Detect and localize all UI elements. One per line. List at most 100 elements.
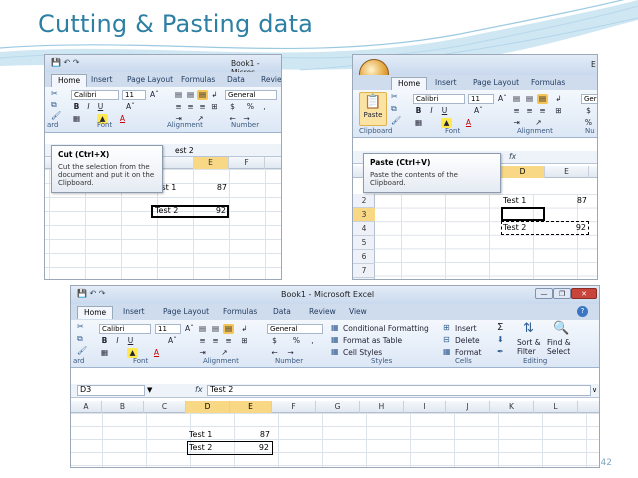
column-header-c[interactable]: C (144, 401, 186, 413)
shrink-font-icon[interactable]: Aˇ (473, 106, 484, 116)
format-button[interactable]: Format (455, 348, 481, 357)
currency-icon[interactable]: $ (583, 106, 594, 116)
align-middle-icon[interactable]: ▤ (185, 90, 196, 100)
quick-access-toolbar[interactable]: 💾 ↶ ↷ (77, 289, 105, 298)
conditional-formatting-button[interactable]: Conditional Formatting (343, 324, 429, 333)
minimize-button[interactable]: — (535, 288, 553, 299)
percent-icon[interactable]: % (291, 336, 302, 346)
expand-formula-bar-icon[interactable]: ∨ (592, 386, 597, 394)
formula-input[interactable]: Test 2 (207, 385, 591, 396)
cell-test2[interactable]: Test 2 (503, 222, 526, 234)
column-header-f[interactable]: F (229, 157, 265, 169)
cell-87[interactable]: 87 (193, 182, 227, 194)
merge-icon[interactable]: ⊞ (553, 106, 564, 116)
tab-formulas[interactable]: Formulas (175, 74, 221, 87)
name-box-dropdown-icon[interactable]: ▼ (147, 386, 152, 394)
font-color-icon[interactable]: A (151, 348, 162, 358)
column-header-h[interactable]: H (360, 401, 404, 413)
italic-button[interactable]: I (112, 336, 123, 346)
column-header-d[interactable]: D (501, 166, 545, 178)
column-header-g[interactable]: G (316, 401, 360, 413)
column-header-f[interactable]: F (272, 401, 316, 413)
italic-button[interactable]: I (426, 106, 437, 116)
wrap-text-icon[interactable]: ↲ (239, 324, 250, 334)
bold-button[interactable]: B (99, 336, 110, 346)
cell-92[interactable]: 92 (193, 205, 226, 217)
align-center-icon[interactable]: ≡ (210, 336, 221, 346)
cell-test2[interactable]: Test 2 (155, 205, 178, 217)
row-header-2[interactable]: 2 (353, 194, 375, 208)
align-top-icon[interactable]: ▤ (173, 90, 184, 100)
underline-button[interactable]: U (95, 102, 106, 112)
tab-insert[interactable]: Insert (429, 77, 463, 90)
align-center-icon[interactable]: ≡ (524, 106, 535, 116)
close-button[interactable]: ✕ (571, 288, 597, 299)
currency-icon[interactable]: $ (227, 102, 238, 112)
number-format-select[interactable]: General (267, 324, 323, 334)
tab-insert[interactable]: Insert (85, 74, 119, 87)
delete-cells-icon[interactable]: ⊟ (443, 335, 450, 344)
number-format-select[interactable]: Ger (581, 94, 597, 104)
font-size-select[interactable]: 11 (468, 94, 494, 104)
row-header-7[interactable]: 7 (353, 264, 375, 278)
cell-grid[interactable] (71, 413, 599, 467)
grow-font-icon[interactable]: Aˆ (184, 324, 195, 334)
borders-icon[interactable]: ▦ (99, 348, 110, 358)
sort-filter-icon[interactable]: ⇅ (523, 321, 534, 336)
paste-button[interactable]: 📋 Paste (359, 92, 387, 126)
tab-review[interactable]: Review (303, 306, 342, 319)
quick-access-toolbar[interactable]: 💾 ↶ ↷ (51, 58, 79, 67)
tab-insert[interactable]: Insert (117, 306, 151, 319)
tab-formulas[interactable]: Formulas (525, 77, 571, 90)
font-size-select[interactable]: 11 (155, 324, 181, 334)
clear-icon[interactable]: ✒ (497, 347, 504, 356)
column-header-a[interactable]: A (71, 401, 102, 413)
column-header-e[interactable]: E (193, 157, 229, 169)
format-painter-icon[interactable]: 🖌 (51, 111, 61, 120)
filter-label[interactable]: Filter (517, 347, 536, 356)
align-top-icon[interactable]: ▤ (197, 324, 208, 334)
cell-test1[interactable]: Test 1 (189, 429, 212, 441)
column-header-i[interactable]: I (404, 401, 446, 413)
shrink-font-icon[interactable]: Aˇ (167, 336, 178, 346)
format-painter-icon[interactable]: 🖌 (77, 346, 87, 355)
row-header-8[interactable]: 8 (353, 278, 375, 279)
find-label[interactable]: Find & (547, 338, 571, 347)
underline-button[interactable]: U (125, 336, 136, 346)
cell-test2[interactable]: Test 2 (189, 442, 212, 454)
column-header-k[interactable]: K (490, 401, 534, 413)
column-header-j[interactable]: J (446, 401, 490, 413)
sort-label[interactable]: Sort & (517, 338, 541, 347)
cell-92[interactable]: 92 (545, 222, 586, 234)
cut-icon[interactable]: ✂ (391, 92, 398, 101)
tab-page-layout[interactable]: Page Layout (467, 77, 525, 90)
align-top-icon[interactable]: ▤ (511, 94, 522, 104)
borders-icon[interactable]: ▦ (71, 114, 82, 124)
select-label[interactable]: Select (547, 347, 570, 356)
cell-test1[interactable]: Test 1 (503, 195, 526, 207)
column-header-e[interactable]: E (545, 166, 589, 178)
fill-icon[interactable]: ⬇ (497, 335, 504, 344)
delete-button[interactable]: Delete (455, 336, 480, 345)
align-left-icon[interactable]: ≡ (197, 336, 208, 346)
cell-styles-button[interactable]: Cell Styles (343, 348, 382, 357)
merge-icon[interactable]: ⊞ (209, 102, 220, 112)
formula-fx-icon[interactable]: fx (195, 385, 203, 394)
copy-icon[interactable]: ⧉ (391, 104, 397, 114)
name-box[interactable]: D3 (77, 385, 145, 396)
help-icon[interactable]: ? (577, 306, 588, 317)
borders-icon[interactable]: ▦ (413, 118, 424, 128)
grow-font-icon[interactable]: Aˆ (497, 94, 508, 104)
format-painter-icon[interactable]: 🖌 (391, 116, 401, 125)
autosum-icon[interactable]: Σ (497, 322, 503, 333)
column-header-d[interactable]: D (186, 401, 230, 413)
align-left-icon[interactable]: ≡ (173, 102, 184, 112)
format-as-table-icon[interactable]: ▦ (331, 335, 339, 344)
comma-icon[interactable]: , (259, 102, 270, 112)
font-color-icon[interactable]: A (117, 114, 128, 124)
tab-data[interactable]: Data (267, 306, 297, 319)
bold-button[interactable]: B (413, 106, 424, 116)
font-size-select[interactable]: 11 (122, 90, 146, 100)
cell-87[interactable]: 87 (545, 195, 587, 207)
copy-icon[interactable]: ⧉ (77, 334, 83, 344)
